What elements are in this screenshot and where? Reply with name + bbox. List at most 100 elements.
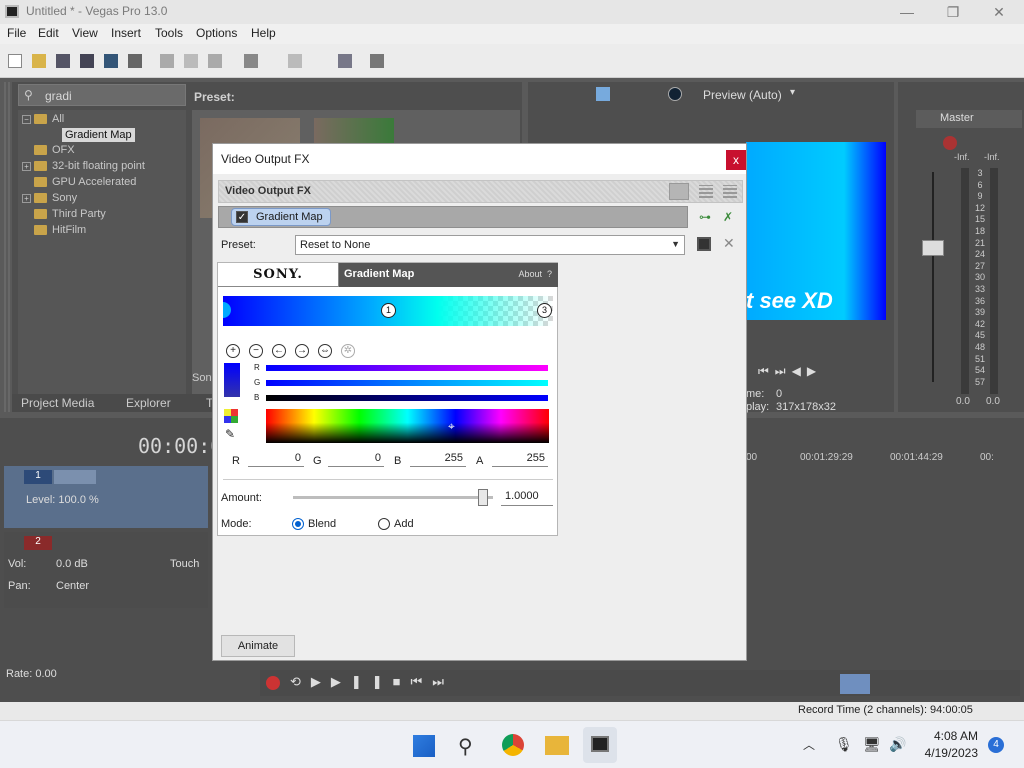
- gradient-stop-3[interactable]: 3: [537, 303, 552, 318]
- search-icon[interactable]: ⚲: [458, 734, 473, 759]
- gradient-bar[interactable]: 1 3: [223, 296, 553, 326]
- preset-dropdown[interactable]: Reset to None ▼: [295, 235, 685, 255]
- blue-channel-slider[interactable]: [266, 395, 548, 401]
- amount-slider-thumb[interactable]: [478, 489, 488, 506]
- mode-blend-radio[interactable]: [292, 518, 304, 530]
- fx-enable-checkbox[interactable]: ✓: [236, 211, 248, 223]
- remove-stop-icon[interactable]: −: [249, 344, 263, 358]
- open-icon[interactable]: [32, 54, 46, 68]
- menu-view[interactable]: View: [72, 26, 98, 40]
- normal-edit-tool-icon[interactable]: [840, 674, 870, 694]
- network-icon[interactable]: 🖥: [863, 736, 881, 753]
- tree-item-gpu[interactable]: GPU Accelerated: [34, 176, 136, 188]
- touch-mode[interactable]: Touch: [170, 558, 199, 570]
- tab-project-media[interactable]: Project Media: [21, 396, 94, 410]
- video-track-header[interactable]: 1 Level: 100.0 %: [4, 466, 208, 528]
- tree-item-ofx[interactable]: OFX: [34, 144, 75, 156]
- chain-view-icon[interactable]: [669, 183, 689, 200]
- tree-item-32bit[interactable]: 32-bit floating point: [34, 160, 145, 172]
- g-value-input[interactable]: 0: [328, 449, 384, 467]
- reset-icon[interactable]: ✲: [341, 344, 355, 358]
- notification-badge[interactable]: 4: [988, 737, 1004, 753]
- media-fx-icon[interactable]: [338, 54, 352, 68]
- distribute-icon[interactable]: ⇔: [318, 344, 332, 358]
- plugin-chain-icon[interactable]: ⊶: [699, 210, 713, 224]
- volume-icon[interactable]: 🔊: [889, 736, 906, 753]
- tree-item-gradient-map[interactable]: Gradient Map: [62, 128, 135, 142]
- transport-buttons[interactable]: ⏮⏭◀▶: [758, 364, 822, 379]
- eyedropper-icon[interactable]: ✎: [225, 427, 235, 441]
- add-stop-icon[interactable]: +: [226, 344, 240, 358]
- close-button[interactable]: ✕: [989, 3, 1009, 21]
- animate-button[interactable]: Animate: [221, 635, 295, 657]
- grid-view-icon[interactable]: [723, 185, 737, 198]
- master-fx-icon[interactable]: [943, 136, 957, 150]
- copy-icon[interactable]: [184, 54, 198, 68]
- color-spectrum-picker[interactable]: ⌖: [266, 409, 549, 443]
- new-icon[interactable]: [8, 54, 22, 68]
- file-explorer-icon[interactable]: [545, 736, 569, 755]
- dialog-title-bar[interactable]: Video Output FX x: [213, 144, 746, 174]
- clock-time[interactable]: 4:08 AM: [920, 729, 978, 743]
- b-value-input[interactable]: 255: [410, 449, 466, 467]
- clock-date[interactable]: 4/19/2023: [920, 746, 978, 760]
- move-left-icon[interactable]: ←: [272, 344, 286, 358]
- explorer-dock-grip[interactable]: [4, 82, 10, 412]
- gradient-stop-handle[interactable]: [223, 302, 231, 318]
- preview-quality-icon[interactable]: [668, 87, 682, 101]
- properties-icon[interactable]: [128, 54, 142, 68]
- amount-slider-track[interactable]: [293, 496, 493, 499]
- color-palette-icon[interactable]: [224, 409, 238, 423]
- save-preset-icon[interactable]: [697, 237, 711, 251]
- track-name-field[interactable]: [54, 470, 96, 484]
- search-box[interactable]: ⚲ gradi: [18, 84, 186, 106]
- tree-item-all[interactable]: All: [34, 113, 64, 125]
- tree-item-sony[interactable]: Sony: [34, 192, 77, 204]
- save-icon[interactable]: [56, 54, 70, 68]
- tree-expand-icon[interactable]: +: [22, 194, 31, 203]
- vegas-taskbar-button[interactable]: [583, 727, 617, 763]
- menu-edit[interactable]: Edit: [38, 26, 59, 40]
- audio-track-header[interactable]: 2 Vol: 0.0 dB Pan: Center Touch: [4, 532, 208, 608]
- delete-preset-icon[interactable]: ✕: [723, 235, 735, 252]
- remove-plugin-icon[interactable]: ✗: [723, 210, 737, 224]
- amount-input[interactable]: 1.0000: [501, 487, 553, 506]
- menu-tools[interactable]: Tools: [155, 26, 183, 40]
- menu-insert[interactable]: Insert: [111, 26, 141, 40]
- chrome-icon[interactable]: [502, 734, 524, 756]
- fx-gradient-map-chip[interactable]: ✓ Gradient Map: [231, 208, 331, 226]
- master-fader-thumb[interactable]: [922, 240, 944, 256]
- preview-mode-select[interactable]: Preview (Auto): [703, 88, 782, 102]
- undo-icon[interactable]: [244, 54, 258, 68]
- tree-item-third-party[interactable]: Third Party: [34, 208, 106, 220]
- gradient-stop-1[interactable]: 1: [381, 303, 396, 318]
- tree-collapse-icon[interactable]: −: [22, 115, 31, 124]
- a-value-input[interactable]: 255: [492, 449, 548, 467]
- menu-help[interactable]: Help: [251, 26, 276, 40]
- record-icon[interactable]: [266, 676, 280, 690]
- alpha-swatch[interactable]: [224, 363, 240, 397]
- green-channel-slider[interactable]: [266, 380, 548, 386]
- search-input[interactable]: gradi: [45, 89, 72, 103]
- redo-icon[interactable]: [288, 54, 302, 68]
- dialog-close-button[interactable]: x: [726, 150, 746, 170]
- red-channel-slider[interactable]: [266, 365, 548, 371]
- cut-icon[interactable]: [160, 54, 174, 68]
- chevron-down-icon[interactable]: ▾: [790, 87, 795, 98]
- chevron-up-icon[interactable]: ︿: [803, 736, 815, 753]
- tree-expand-icon[interactable]: +: [22, 162, 31, 171]
- tab-explorer[interactable]: Explorer: [126, 396, 171, 410]
- r-value-input[interactable]: 0: [248, 449, 304, 467]
- microphone-icon[interactable]: 🎙: [835, 736, 853, 753]
- whats-this-icon[interactable]: [370, 54, 384, 68]
- render-icon[interactable]: [104, 54, 118, 68]
- mode-add-radio[interactable]: [378, 518, 390, 530]
- menu-file[interactable]: File: [7, 26, 26, 40]
- preview-toggle-icon[interactable]: [596, 87, 610, 101]
- windows-start-icon[interactable]: [413, 735, 435, 757]
- save-as-icon[interactable]: [80, 54, 94, 68]
- transport-controls[interactable]: ⟲▶▶❚❚■⏮⏭: [290, 674, 454, 690]
- paste-icon[interactable]: [208, 54, 222, 68]
- maximize-button[interactable]: ❐: [943, 3, 963, 21]
- move-right-icon[interactable]: →: [295, 344, 309, 358]
